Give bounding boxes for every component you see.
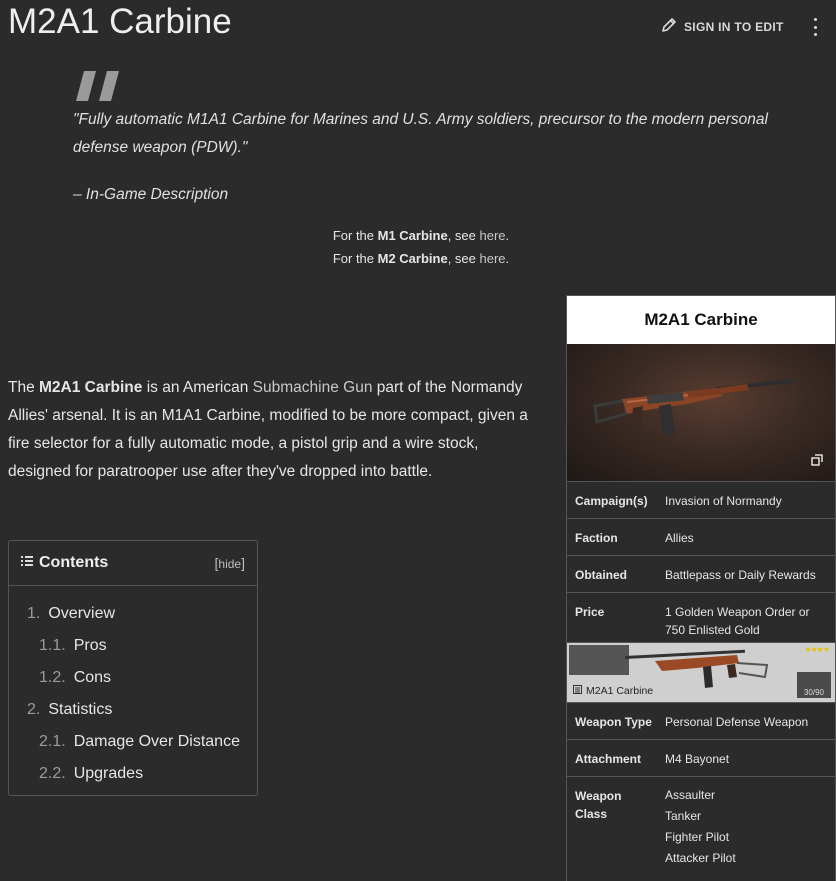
toc-item-pros[interactable]: 1.1. Pros bbox=[9, 630, 257, 662]
submachine-gun-link[interactable]: Submachine Gun bbox=[253, 379, 373, 396]
infobox-row-weapon-class: Weapon Class Assaulter Tanker Fighter Pil… bbox=[567, 777, 835, 881]
list-icon bbox=[21, 554, 33, 572]
toc-item-overview[interactable]: 1. Overview bbox=[9, 598, 257, 630]
more-options-icon[interactable] bbox=[808, 16, 822, 38]
toc-item-damage-over-distance[interactable]: 2.1. Damage Over Distance bbox=[9, 726, 257, 758]
carbine-picture bbox=[593, 378, 795, 436]
intro-paragraph: The M2A1 Carbine is an American Submachi… bbox=[8, 379, 528, 480]
hatnote-m1: For the M1 Carbine, see here. bbox=[332, 228, 510, 243]
quote-mark-icon bbox=[76, 71, 122, 106]
infobox-row-weapon-type: Weapon Type Personal Defense Weapon bbox=[567, 703, 835, 740]
weapon-class-item: Fighter Pilot bbox=[665, 830, 730, 844]
infobox: M2A1 Carbine Campaign(s) Invasion of Nor… bbox=[566, 295, 836, 881]
weapon-class-item: Tanker bbox=[665, 809, 702, 823]
toc-hide-toggle[interactable]: [hide] bbox=[215, 555, 245, 571]
expand-icon[interactable] bbox=[811, 453, 823, 471]
ammo-count: 30/90 bbox=[797, 672, 831, 698]
table-of-contents: Contents [hide] 1. Overview 1.1. Pros 1.2.… bbox=[8, 540, 258, 796]
weapon-image[interactable] bbox=[567, 344, 835, 482]
toc-item-upgrades[interactable]: 2.2. Upgrades bbox=[9, 758, 257, 790]
toc-item-cons[interactable]: 1.2. Cons bbox=[9, 662, 257, 694]
infobox-row-attachment: Attachment M4 Bayonet bbox=[567, 740, 835, 777]
pencil-icon bbox=[660, 16, 678, 37]
sign-in-to-edit-label: SIGN IN TO EDIT bbox=[684, 19, 784, 34]
weapon-class-item: Assaulter bbox=[665, 788, 716, 802]
infobox-title: M2A1 Carbine bbox=[567, 296, 835, 344]
list-icon bbox=[573, 685, 582, 697]
quote-source: – In-Game Description bbox=[73, 186, 229, 203]
quote-text: "Fully automatic M1A1 Carbine for Marine… bbox=[73, 111, 768, 156]
toc-title: Contents bbox=[39, 554, 109, 571]
weapon-card: M2A1 Carbine ★★★★ 30/90 bbox=[567, 643, 835, 703]
hatnote-m2-link[interactable]: here bbox=[480, 251, 506, 266]
toc-item-statistics[interactable]: 2. Statistics bbox=[9, 694, 257, 726]
hatnote-m1-link[interactable]: here bbox=[480, 228, 506, 243]
infobox-row-price: Price 1 Golden Weapon Order or 750 Enlist… bbox=[567, 593, 835, 643]
rarity-stars: ★★★★ bbox=[804, 645, 830, 654]
infobox-row-faction: Faction Allies bbox=[567, 519, 835, 556]
infobox-row-obtained: Obtained Battlepass or Daily Rewards bbox=[567, 556, 835, 593]
weapon-name-bold: M2A1 Carbine bbox=[39, 379, 143, 396]
weapon-class-item: Attacker Pilot bbox=[665, 851, 736, 865]
sign-in-to-edit-button[interactable]: SIGN IN TO EDIT bbox=[660, 16, 784, 37]
page-title: M2A1 Carbine bbox=[8, 2, 232, 41]
hatnote-m2: For the M2 Carbine, see here. bbox=[332, 251, 510, 266]
infobox-row-campaign: Campaign(s) Invasion of Normandy bbox=[567, 482, 835, 519]
weapon-card-name: M2A1 Carbine bbox=[573, 685, 653, 697]
